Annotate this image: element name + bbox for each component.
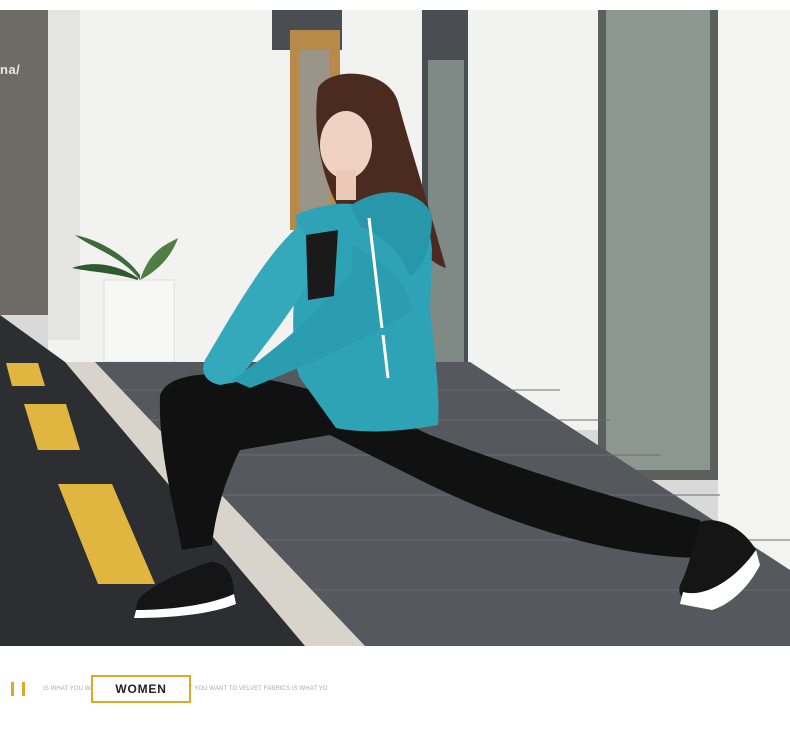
caption-bar: IS WHAT YOU WANT TO VELVET FABRICS IS WH… — [0, 660, 790, 720]
right-wall — [718, 10, 790, 570]
window-glass — [428, 60, 464, 380]
sports-top — [306, 230, 338, 300]
category-label: WOMEN — [115, 682, 167, 696]
neck — [336, 170, 356, 200]
wall-lettering: na/ — [0, 62, 21, 77]
glass-door — [606, 10, 710, 470]
product-photo: na/ — [0, 10, 790, 646]
category-highlight: WOMEN — [91, 675, 191, 703]
photo-scene — [0, 10, 790, 646]
planter — [103, 279, 175, 363]
column — [48, 10, 80, 340]
face — [320, 111, 372, 179]
pause-bars-icon — [11, 682, 31, 698]
stone-wall — [0, 10, 48, 315]
